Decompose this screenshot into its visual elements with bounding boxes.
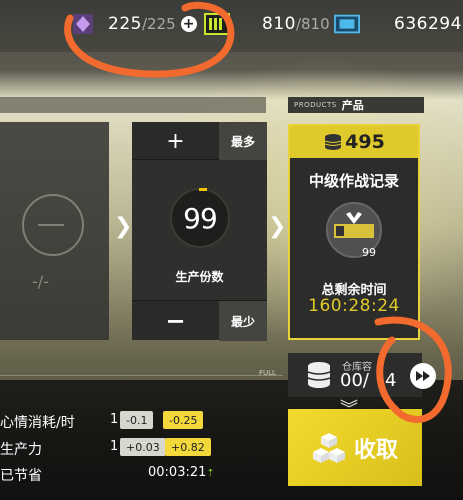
drone-battery-icon: [204, 11, 230, 37]
speedup-button[interactable]: [410, 363, 436, 389]
stat-bonus-badge: -0.25: [163, 411, 204, 429]
stat-base-badge: +0.03: [120, 438, 166, 456]
stamina-resource: 225 /225 +: [70, 11, 197, 37]
chevron-right-icon: ❯: [268, 214, 287, 239]
max-quantity-button[interactable]: 最多: [219, 122, 267, 160]
product-cost: 495: [345, 131, 385, 153]
products-header-en: PRODUCTS: [294, 101, 337, 109]
stat-productivity: 生产力 1 +0.03 +0.82: [0, 437, 215, 458]
increase-quantity-button[interactable]: +: [132, 122, 219, 160]
drone-resource: 810 /810: [204, 11, 330, 37]
stamina-icon: [70, 11, 96, 37]
quantity-top-bar: + 最多: [132, 122, 267, 160]
lmd-ticket-icon: [334, 11, 360, 37]
remaining-time-value: 160:28:24: [308, 296, 400, 316]
quantity-display: 99: [170, 188, 230, 248]
stat-time-value: 00:03:21: [148, 465, 207, 480]
quantity-bottom-bar: − 最少: [132, 300, 267, 341]
storage-value-rest: 4: [384, 370, 397, 391]
product-item-count: 99: [362, 246, 376, 259]
stat-base-badge: -0.1: [120, 411, 154, 429]
stat-num: 1: [110, 439, 119, 454]
materials-header: [0, 97, 266, 113]
collect-button[interactable]: 收取: [288, 409, 422, 486]
stat-label: 已节省: [0, 468, 42, 484]
collect-cubes-icon: [312, 432, 345, 463]
stat-label: 心情消耗/时: [0, 415, 75, 431]
drone-max: /810: [295, 15, 330, 33]
products-header: PRODUCTS 产品: [288, 97, 424, 113]
products-header-cn: 产品: [341, 99, 364, 112]
drone-current: 810: [262, 14, 296, 34]
stamina-max: /225: [141, 15, 176, 33]
capacity-line: [0, 375, 283, 376]
resource-bar: 225 /225 + 810 /810 636294: [0, 0, 463, 52]
stamina-current: 225: [108, 14, 142, 34]
stat-time: 00:03:21⇡: [148, 465, 215, 480]
credit-value: 636294: [394, 14, 462, 34]
fast-forward-icon: [416, 371, 430, 381]
empty-slot-ratio: -/-: [32, 272, 49, 291]
stat-mood-consumption: 心情消耗/时 1 -0.1 -0.25: [0, 410, 215, 431]
credit-resource: 636294: [334, 11, 462, 37]
full-label: FULL: [259, 369, 276, 377]
storage-value-main: 00/: [340, 370, 369, 391]
chevron-right-icon: ❯: [114, 214, 133, 239]
stat-bonus-badge: +0.82: [165, 438, 211, 456]
storage-value: 00/4: [340, 370, 396, 391]
quantity-label: 生产份数: [175, 270, 224, 284]
coin-stack-icon: [324, 134, 342, 150]
product-card[interactable]: 495 中级作战记录 99 总剩余时间 160:28:24: [288, 124, 420, 340]
empty-slot-dash: [38, 224, 64, 226]
storage-coin-icon: [307, 362, 331, 388]
storage-panel: 仓库容 00/4: [288, 353, 422, 397]
quantity-indicator: [199, 188, 207, 191]
product-name: 中级作战记录: [308, 172, 399, 190]
decrease-quantity-button[interactable]: −: [132, 301, 219, 341]
collect-label: 收取: [353, 437, 398, 463]
stat-time-saved: 已节省 00:03:21⇡: [0, 463, 215, 484]
up-arrow-icon: ⇡: [206, 468, 215, 479]
quantity-value: 99: [183, 201, 218, 235]
quantity-panel: + 最多 99 生产份数 − 最少: [132, 122, 267, 341]
product-cost-bar: 495: [290, 126, 418, 158]
min-quantity-button[interactable]: 最少: [219, 301, 267, 341]
material-slot-empty[interactable]: -/-: [0, 122, 109, 340]
stat-num: 1: [110, 412, 119, 427]
stat-label: 生产力: [0, 442, 42, 458]
add-stamina-button[interactable]: +: [180, 16, 197, 32]
